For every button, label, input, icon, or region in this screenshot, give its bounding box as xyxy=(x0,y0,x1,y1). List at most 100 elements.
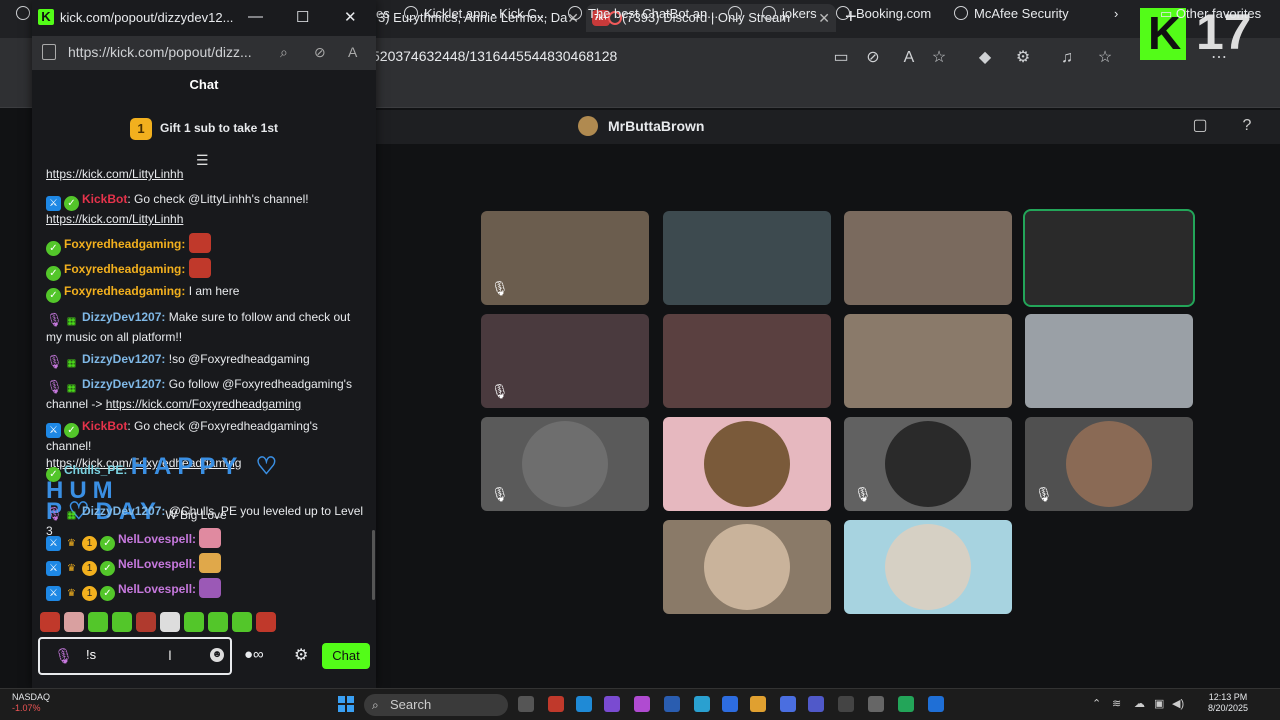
media-player-icon[interactable] xyxy=(838,696,854,712)
app-icon[interactable] xyxy=(898,696,914,712)
gift-sub-banner[interactable]: 1 Gift 1 sub to take 1st xyxy=(32,108,376,148)
teams-app-icon[interactable] xyxy=(808,696,824,712)
chat-input-value[interactable]: !s xyxy=(86,647,96,662)
media-icon[interactable]: ♫ xyxy=(1056,47,1078,69)
zoom-icon[interactable]: ⌕ xyxy=(280,44,288,61)
username[interactable]: Foxyredheadgaming: xyxy=(64,237,185,251)
windows-start-icon[interactable] xyxy=(338,696,354,712)
other-favorites[interactable]: ▭ Other favorites xyxy=(1160,6,1261,22)
video-tile[interactable] xyxy=(663,314,831,408)
app-icon[interactable] xyxy=(780,696,796,712)
send-chat-button[interactable]: Chat xyxy=(322,643,370,669)
read-aloud-icon[interactable]: A xyxy=(348,44,357,60)
read-aloud-icon[interactable]: A xyxy=(898,47,920,69)
emote-button[interactable] xyxy=(40,612,60,632)
keyboard-icon[interactable]: ▣ xyxy=(1154,697,1164,710)
fav-kicklet[interactable]: Kicklet.app - Kick C... xyxy=(404,6,548,21)
username[interactable]: NelLovespell: xyxy=(118,582,196,596)
avatar-tile[interactable]: 🎙 xyxy=(481,417,649,511)
emote-button[interactable] xyxy=(160,612,180,632)
popout-url-bar[interactable]: https://kick.com/popout/dizz... ⌕ ⊘ A xyxy=(32,36,376,70)
username[interactable]: DizzyDev1207: xyxy=(82,310,165,324)
extension-icon[interactable]: ◆ xyxy=(974,47,996,69)
app-icon[interactable] xyxy=(634,696,650,712)
emote-button[interactable] xyxy=(88,612,108,632)
chevron-up-icon[interactable]: ⌃ xyxy=(1092,697,1101,710)
video-tile[interactable]: 🎙 xyxy=(481,314,649,408)
emote-button[interactable] xyxy=(136,612,156,632)
help-icon[interactable]: ? xyxy=(1237,116,1257,136)
fav-mcafee[interactable]: McAfee Security xyxy=(954,6,1069,21)
fav-chatbot[interactable]: The best ChatBot an... xyxy=(568,6,718,21)
avatar-tile[interactable] xyxy=(663,520,831,614)
avatar-tile[interactable] xyxy=(663,417,831,511)
username[interactable]: NelLovespell: xyxy=(118,557,196,571)
video-tile[interactable] xyxy=(844,211,1012,305)
collections-icon[interactable]: ☆ xyxy=(1094,47,1116,69)
taskbar-clock[interactable]: 12:13 PM 8/20/2025 xyxy=(1198,692,1258,714)
emote-button[interactable] xyxy=(256,612,276,632)
username[interactable]: Chulls_PE: xyxy=(64,463,127,477)
video-tile[interactable] xyxy=(663,211,831,305)
task-view-icon[interactable] xyxy=(518,696,534,712)
avatar-tile[interactable] xyxy=(844,520,1012,614)
popout-icon[interactable]: ▢ xyxy=(1190,116,1210,136)
username[interactable]: DizzyDev1207: xyxy=(82,504,165,518)
popout-url-text[interactable]: https://kick.com/popout/dizz... xyxy=(68,44,252,60)
mcafee-app-icon[interactable] xyxy=(548,696,564,712)
chat-link[interactable]: https://kick.com/LittyLinhh xyxy=(46,212,183,226)
fav-booking[interactable]: Booking.com xyxy=(836,6,931,21)
camera-icon[interactable]: ▭ xyxy=(830,47,852,69)
favorite-star-icon[interactable]: ☆ xyxy=(928,47,950,69)
chat-scrollbar[interactable] xyxy=(372,530,375,600)
emote-button[interactable] xyxy=(112,612,132,632)
video-tile-speaking[interactable] xyxy=(1023,209,1195,307)
gear-icon[interactable]: ⚙ xyxy=(294,645,308,665)
username[interactable]: DizzyDev1207: xyxy=(82,377,165,391)
chat-input[interactable]: 🎙 !s I ☻ xyxy=(38,637,232,675)
emoji-button[interactable]: ☻ xyxy=(210,648,224,662)
puzzle-icon[interactable]: ⚙ xyxy=(1012,47,1034,69)
taskbar-search[interactable]: ⌕ Search xyxy=(364,694,508,716)
fav-jokers[interactable]: jokers xyxy=(762,6,817,21)
close-icon[interactable]: ✕ xyxy=(818,4,830,32)
file-explorer-icon[interactable] xyxy=(750,696,766,712)
emote-button[interactable] xyxy=(64,612,84,632)
close-button[interactable]: ✕ xyxy=(344,8,357,26)
tracking-icon[interactable]: ⊘ xyxy=(862,47,884,69)
address-text[interactable]: 520374632448/1316445544830468128 xyxy=(372,48,617,64)
maximize-button[interactable]: ☐ xyxy=(296,8,309,26)
emote-button[interactable] xyxy=(232,612,252,632)
zoom-app-icon[interactable] xyxy=(722,696,738,712)
username[interactable]: KickBot xyxy=(82,192,127,206)
volume-icon[interactable]: ◀) xyxy=(1172,697,1184,710)
app-icon[interactable] xyxy=(604,696,620,712)
minimize-button[interactable]: — xyxy=(248,8,263,25)
edge-app-icon[interactable] xyxy=(576,696,592,712)
fav-blank[interactable] xyxy=(728,6,748,21)
fav-es[interactable]: es xyxy=(376,6,390,21)
tracking-icon[interactable]: ⊘ xyxy=(314,44,326,61)
video-tile[interactable]: 🎙 xyxy=(481,211,649,305)
app-icon[interactable] xyxy=(694,696,710,712)
network-icon[interactable]: ≋ xyxy=(1112,697,1121,710)
cloud-icon[interactable]: ☁ xyxy=(1134,697,1145,710)
username[interactable]: DizzyDev1207: xyxy=(82,352,165,366)
chevron-right-icon[interactable]: › xyxy=(1114,6,1118,21)
username[interactable]: Foxyredheadgaming: xyxy=(64,262,185,276)
chat-link[interactable]: https://kick.com/Foxyredheadgaming xyxy=(106,397,301,411)
app-icon[interactable] xyxy=(928,696,944,712)
video-tile[interactable] xyxy=(844,314,1012,408)
avatar-tile[interactable]: 🎙 xyxy=(1025,417,1193,511)
settings-app-icon[interactable] xyxy=(868,696,884,712)
stock-widget[interactable]: NASDAQ -1.07% xyxy=(12,692,72,714)
username[interactable]: NelLovespell: xyxy=(118,532,196,546)
emote-button[interactable] xyxy=(208,612,228,632)
app-icon[interactable] xyxy=(664,696,680,712)
username[interactable]: KickBot xyxy=(82,419,127,433)
channel-points-button[interactable]: ●∞ xyxy=(244,646,264,663)
chat-link[interactable]: https://kick.com/LittyLinhh xyxy=(46,167,183,181)
video-tile[interactable] xyxy=(1025,314,1193,408)
username[interactable]: Foxyredheadgaming: xyxy=(64,284,185,298)
avatar-tile[interactable]: 🎙 xyxy=(844,417,1012,511)
